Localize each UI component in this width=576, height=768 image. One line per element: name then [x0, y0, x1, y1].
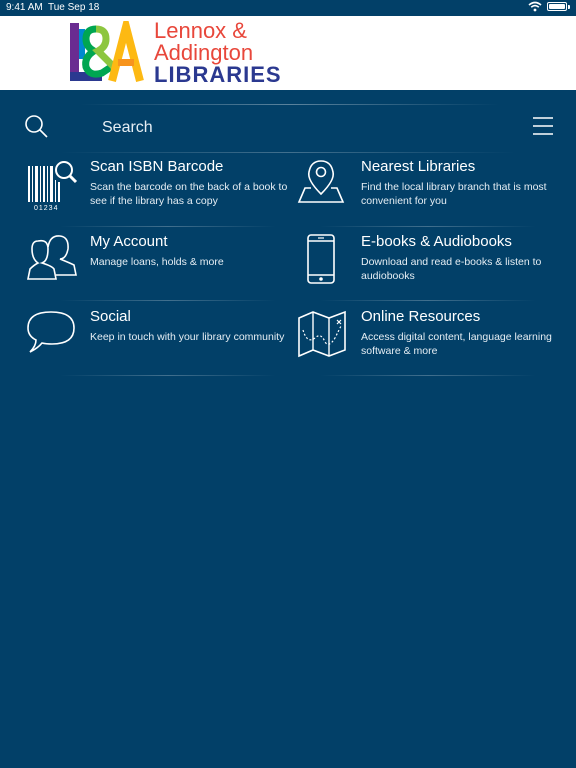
divider: [60, 300, 276, 301]
divider: [320, 375, 536, 376]
battery-icon: [547, 2, 567, 11]
logo-text: Lennox & Addington LIBRARIES: [154, 20, 282, 86]
tile-title: E-books & Audiobooks: [361, 233, 512, 250]
hamburger-menu-icon[interactable]: [532, 116, 554, 136]
search-input[interactable]: [92, 116, 532, 140]
chat-bubble-icon: [27, 311, 75, 353]
logo-line-3: LIBRARIES: [154, 62, 282, 87]
divider: [320, 300, 536, 301]
tile-online-resources[interactable]: Online Resources Access digital content,…: [297, 308, 559, 374]
tile-title: Social: [90, 308, 131, 325]
status-date: Tue Sep 18: [48, 2, 100, 13]
status-bar: 9:41 AM Tue Sep 18: [0, 0, 576, 16]
divider: [60, 226, 276, 227]
logo-line-2: Addington: [154, 40, 254, 65]
divider: [60, 152, 516, 153]
tile-description: Manage loans, holds & more: [90, 256, 224, 268]
divider: [60, 375, 276, 376]
smartphone-icon: [307, 234, 335, 284]
divider: [320, 226, 536, 227]
barcode-number: 01234: [34, 205, 58, 212]
search-icon[interactable]: [24, 114, 48, 138]
tile-scan-isbn-barcode[interactable]: 01234 Scan ISBN Barcode Scan the barcode…: [26, 158, 288, 224]
tile-my-account[interactable]: My Account Manage loans, holds & more: [26, 233, 288, 299]
tile-social[interactable]: Social Keep in touch with your library c…: [26, 308, 288, 374]
tile-title: Nearest Libraries: [361, 158, 476, 175]
search-bar: [0, 104, 576, 152]
tile-title: Scan ISBN Barcode: [90, 158, 224, 175]
status-indicators: [528, 1, 570, 12]
users-icon: [27, 235, 77, 280]
tile-ebooks-audiobooks[interactable]: E-books & Audiobooks Download and read e…: [297, 233, 559, 299]
tile-description: Download and read e-books & listen to au…: [361, 256, 542, 282]
tile-nearest-libraries[interactable]: Nearest Libraries Find the local library…: [297, 158, 559, 224]
tile-title: My Account: [90, 233, 168, 250]
status-time: 9:41 AM: [6, 2, 43, 13]
logo-line-1: Lennox &: [154, 18, 247, 43]
app-header: Lennox & Addington LIBRARIES: [0, 16, 576, 90]
map-icon: [298, 310, 346, 358]
map-pin-icon: [297, 160, 345, 203]
tile-description: Access digital content, language learnin…: [361, 331, 552, 357]
battery-tip: [568, 4, 570, 9]
tile-description: Scan the barcode on the back of a book t…: [90, 181, 288, 207]
library-logo-icon: [70, 21, 144, 83]
wifi-icon: [528, 1, 542, 12]
tile-title: Online Resources: [361, 308, 481, 325]
barcode-scan-icon: 01234: [28, 161, 78, 212]
tile-description: Find the local library branch that is mo…: [361, 181, 547, 207]
tile-description: Keep in touch with your library communit…: [90, 331, 285, 343]
